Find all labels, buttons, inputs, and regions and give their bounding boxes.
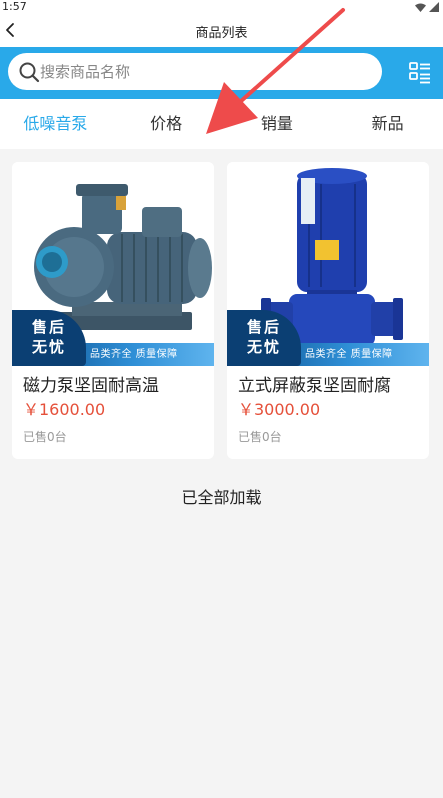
search-bar [0, 47, 443, 99]
grid-list-toggle-icon[interactable] [408, 61, 432, 85]
after-sale-badge: 售后 无忧 [12, 310, 86, 366]
list-end-status: 已全部加载 [181, 488, 262, 507]
tab-new[interactable]: 新品 [332, 99, 443, 149]
search-icon [19, 62, 40, 83]
page-title: 商品列表 [195, 26, 248, 41]
badge-line: 售后 [246, 318, 281, 336]
product-sold-count: 已售0台 [238, 430, 282, 444]
product-sold-count: 已售0台 [23, 430, 67, 444]
tab-sales[interactable]: 销量 [222, 99, 333, 149]
wifi-icon [415, 3, 426, 12]
search-field[interactable] [8, 53, 382, 90]
tab-low-noise-pump[interactable]: 低噪音泵 [0, 99, 111, 149]
product-price: ￥3000.00 [238, 400, 321, 419]
tab-price[interactable]: 价格 [111, 99, 222, 149]
product-name: 磁力泵坚固耐高温 [23, 376, 159, 396]
badge-line: 售后 [31, 318, 66, 336]
status-time: 1:57 [2, 0, 27, 13]
signal-icon [429, 2, 439, 12]
after-sale-badge: 售后 无忧 [227, 310, 301, 366]
status-bar: 1:57 [0, 0, 443, 14]
promo-text: 品类齐全 质量保障 [90, 349, 178, 360]
product-card[interactable]: 品类齐全 质量保障 售后 无忧 磁力泵坚固耐高温 ￥1600.00 已售0台 [12, 162, 214, 459]
product-price: ￥1600.00 [23, 400, 106, 419]
badge-line: 无忧 [31, 338, 66, 356]
product-name: 立式屏蔽泵坚固耐腐 [238, 376, 391, 396]
promo-text: 品类齐全 质量保障 [305, 349, 393, 360]
sort-tabs: 低噪音泵 价格 销量 新品 [0, 99, 443, 149]
search-input[interactable] [40, 53, 370, 90]
product-card[interactable]: 品类齐全 质量保障 售后 无忧 立式屏蔽泵坚固耐腐 ￥3000.00 已售0台 [227, 162, 429, 459]
nav-header: 商品列表 [0, 14, 443, 47]
badge-line: 无忧 [246, 338, 281, 356]
status-icons [415, 2, 439, 12]
